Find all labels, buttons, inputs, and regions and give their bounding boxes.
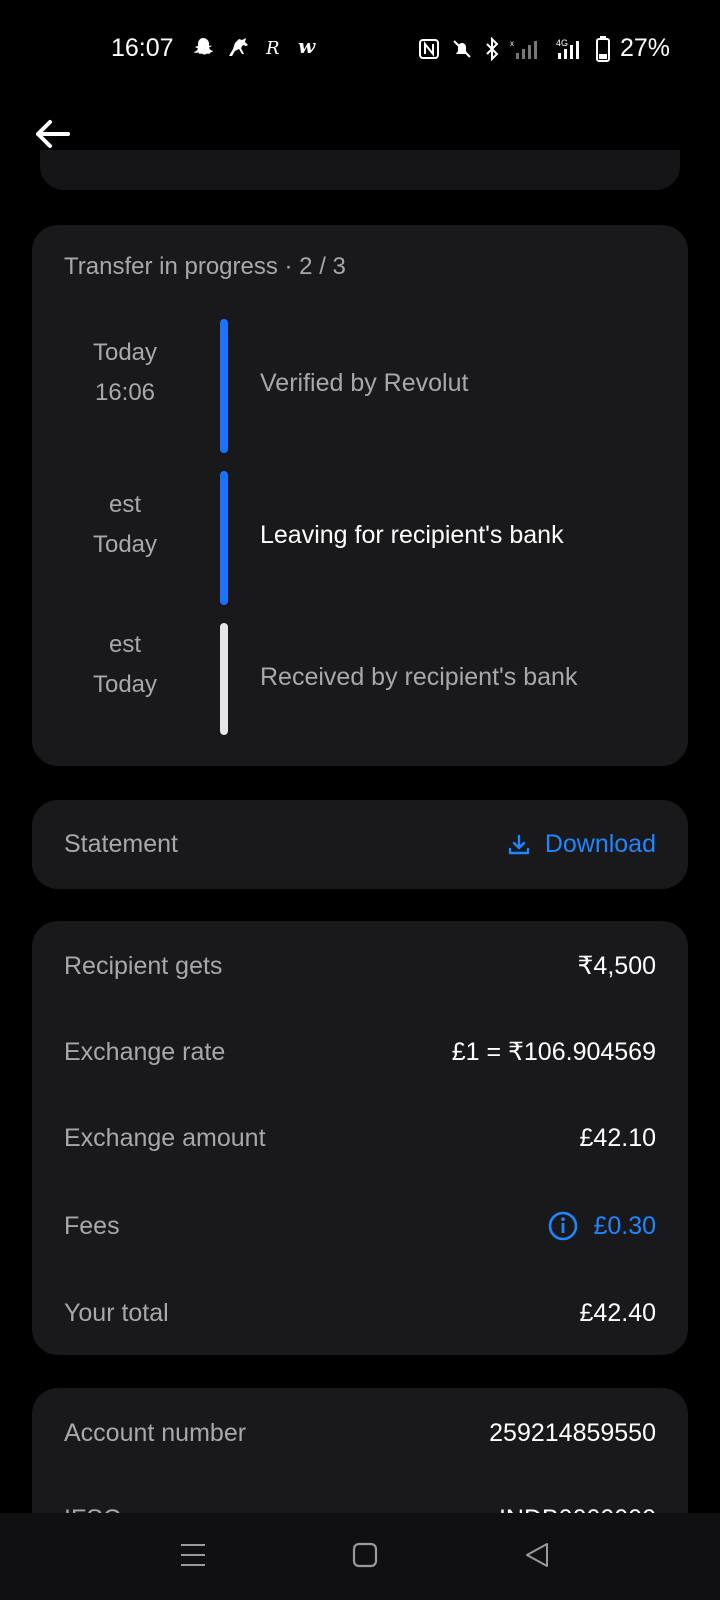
status-time: 16:07 <box>111 34 174 62</box>
statement-card: Statement Download <box>32 800 688 889</box>
detail-label: Exchange rate <box>64 1037 226 1066</box>
menu-icon[interactable] <box>180 1541 206 1569</box>
step-time: Today 16:06 <box>92 339 158 406</box>
bluetooth-icon <box>486 36 499 61</box>
snapchat-icon <box>194 38 213 55</box>
home-square-icon[interactable] <box>352 1541 378 1569</box>
detail-row: Account number 259214859550 <box>64 1408 656 1458</box>
signal-icon: x <box>510 39 537 59</box>
step-progress-bar <box>220 471 228 605</box>
step-time: est Today <box>92 631 158 698</box>
progress-title: Transfer in progress · 2 / 3 <box>64 253 346 280</box>
detail-label: Account number <box>64 1418 247 1447</box>
detail-label: Exchange amount <box>64 1123 266 1152</box>
step-label: Received by recipient's bank <box>260 663 578 691</box>
svg-text:x: x <box>510 39 514 48</box>
detail-label: Fees <box>64 1211 120 1240</box>
w-icon: w <box>298 36 316 58</box>
progress-step-3: est Today Received by recipient's bank <box>32 623 688 763</box>
progress-step-2: est Today Leaving for recipient's bank <box>32 471 688 611</box>
detail-label: Your total <box>64 1298 169 1327</box>
system-status-icons: x 4G 27% <box>418 34 670 63</box>
horse-icon <box>229 38 248 56</box>
status-bar: 16:07 R w x 4G 27% <box>0 0 720 96</box>
statement-label: Statement <box>64 830 178 858</box>
step-label: Verified by Revolut <box>260 369 469 397</box>
download-button[interactable]: Download <box>507 830 656 859</box>
info-icon[interactable] <box>547 1210 579 1242</box>
download-label: Download <box>544 830 656 858</box>
detail-value: ₹4,500 <box>577 952 656 980</box>
detail-value: £0.30 <box>593 1211 656 1240</box>
4g-signal-icon: 4G <box>556 38 579 59</box>
detail-row: Your total £42.40 <box>64 1288 656 1338</box>
progress-step-1: Today 16:06 Verified by Revolut <box>32 319 688 459</box>
mute-icon <box>453 39 471 58</box>
notification-icons: R w <box>192 36 322 58</box>
battery-percent: 27% <box>619 34 670 62</box>
back-triangle-icon[interactable] <box>524 1541 550 1569</box>
detail-value: £1 = ₹106.904569 <box>451 1038 656 1066</box>
transfer-progress-card: Transfer in progress · 2 / 3 Today 16:06… <box>32 225 688 766</box>
svg-text:R: R <box>265 38 280 58</box>
previous-card-edge <box>40 150 680 190</box>
fees-value[interactable]: £0.30 <box>547 1210 656 1242</box>
step-progress-bar <box>220 623 228 735</box>
step-progress-bar <box>220 319 228 453</box>
detail-value: £42.10 <box>579 1123 656 1152</box>
battery-icon <box>595 35 610 62</box>
svg-text:w: w <box>298 36 316 58</box>
detail-value: 259214859550 <box>489 1418 656 1447</box>
transfer-details-card: Recipient gets ₹4,500 Exchange rate £1 =… <box>32 921 688 1355</box>
detail-row: Recipient gets ₹4,500 <box>64 941 656 991</box>
detail-row: Exchange amount £42.10 <box>64 1113 656 1163</box>
fees-row[interactable]: Fees £0.30 <box>64 1201 656 1251</box>
detail-row: Exchange rate £1 = ₹106.904569 <box>64 1027 656 1077</box>
nfc-icon <box>418 38 439 59</box>
step-label: Leaving for recipient's bank <box>260 521 564 549</box>
download-icon <box>508 834 530 854</box>
system-navigation-bar <box>0 1513 720 1600</box>
detail-value: £42.40 <box>579 1298 656 1327</box>
network-label: 4G <box>556 38 568 48</box>
r-icon: R <box>265 38 280 58</box>
step-time: est Today <box>92 491 158 558</box>
detail-label: Recipient gets <box>64 951 223 980</box>
